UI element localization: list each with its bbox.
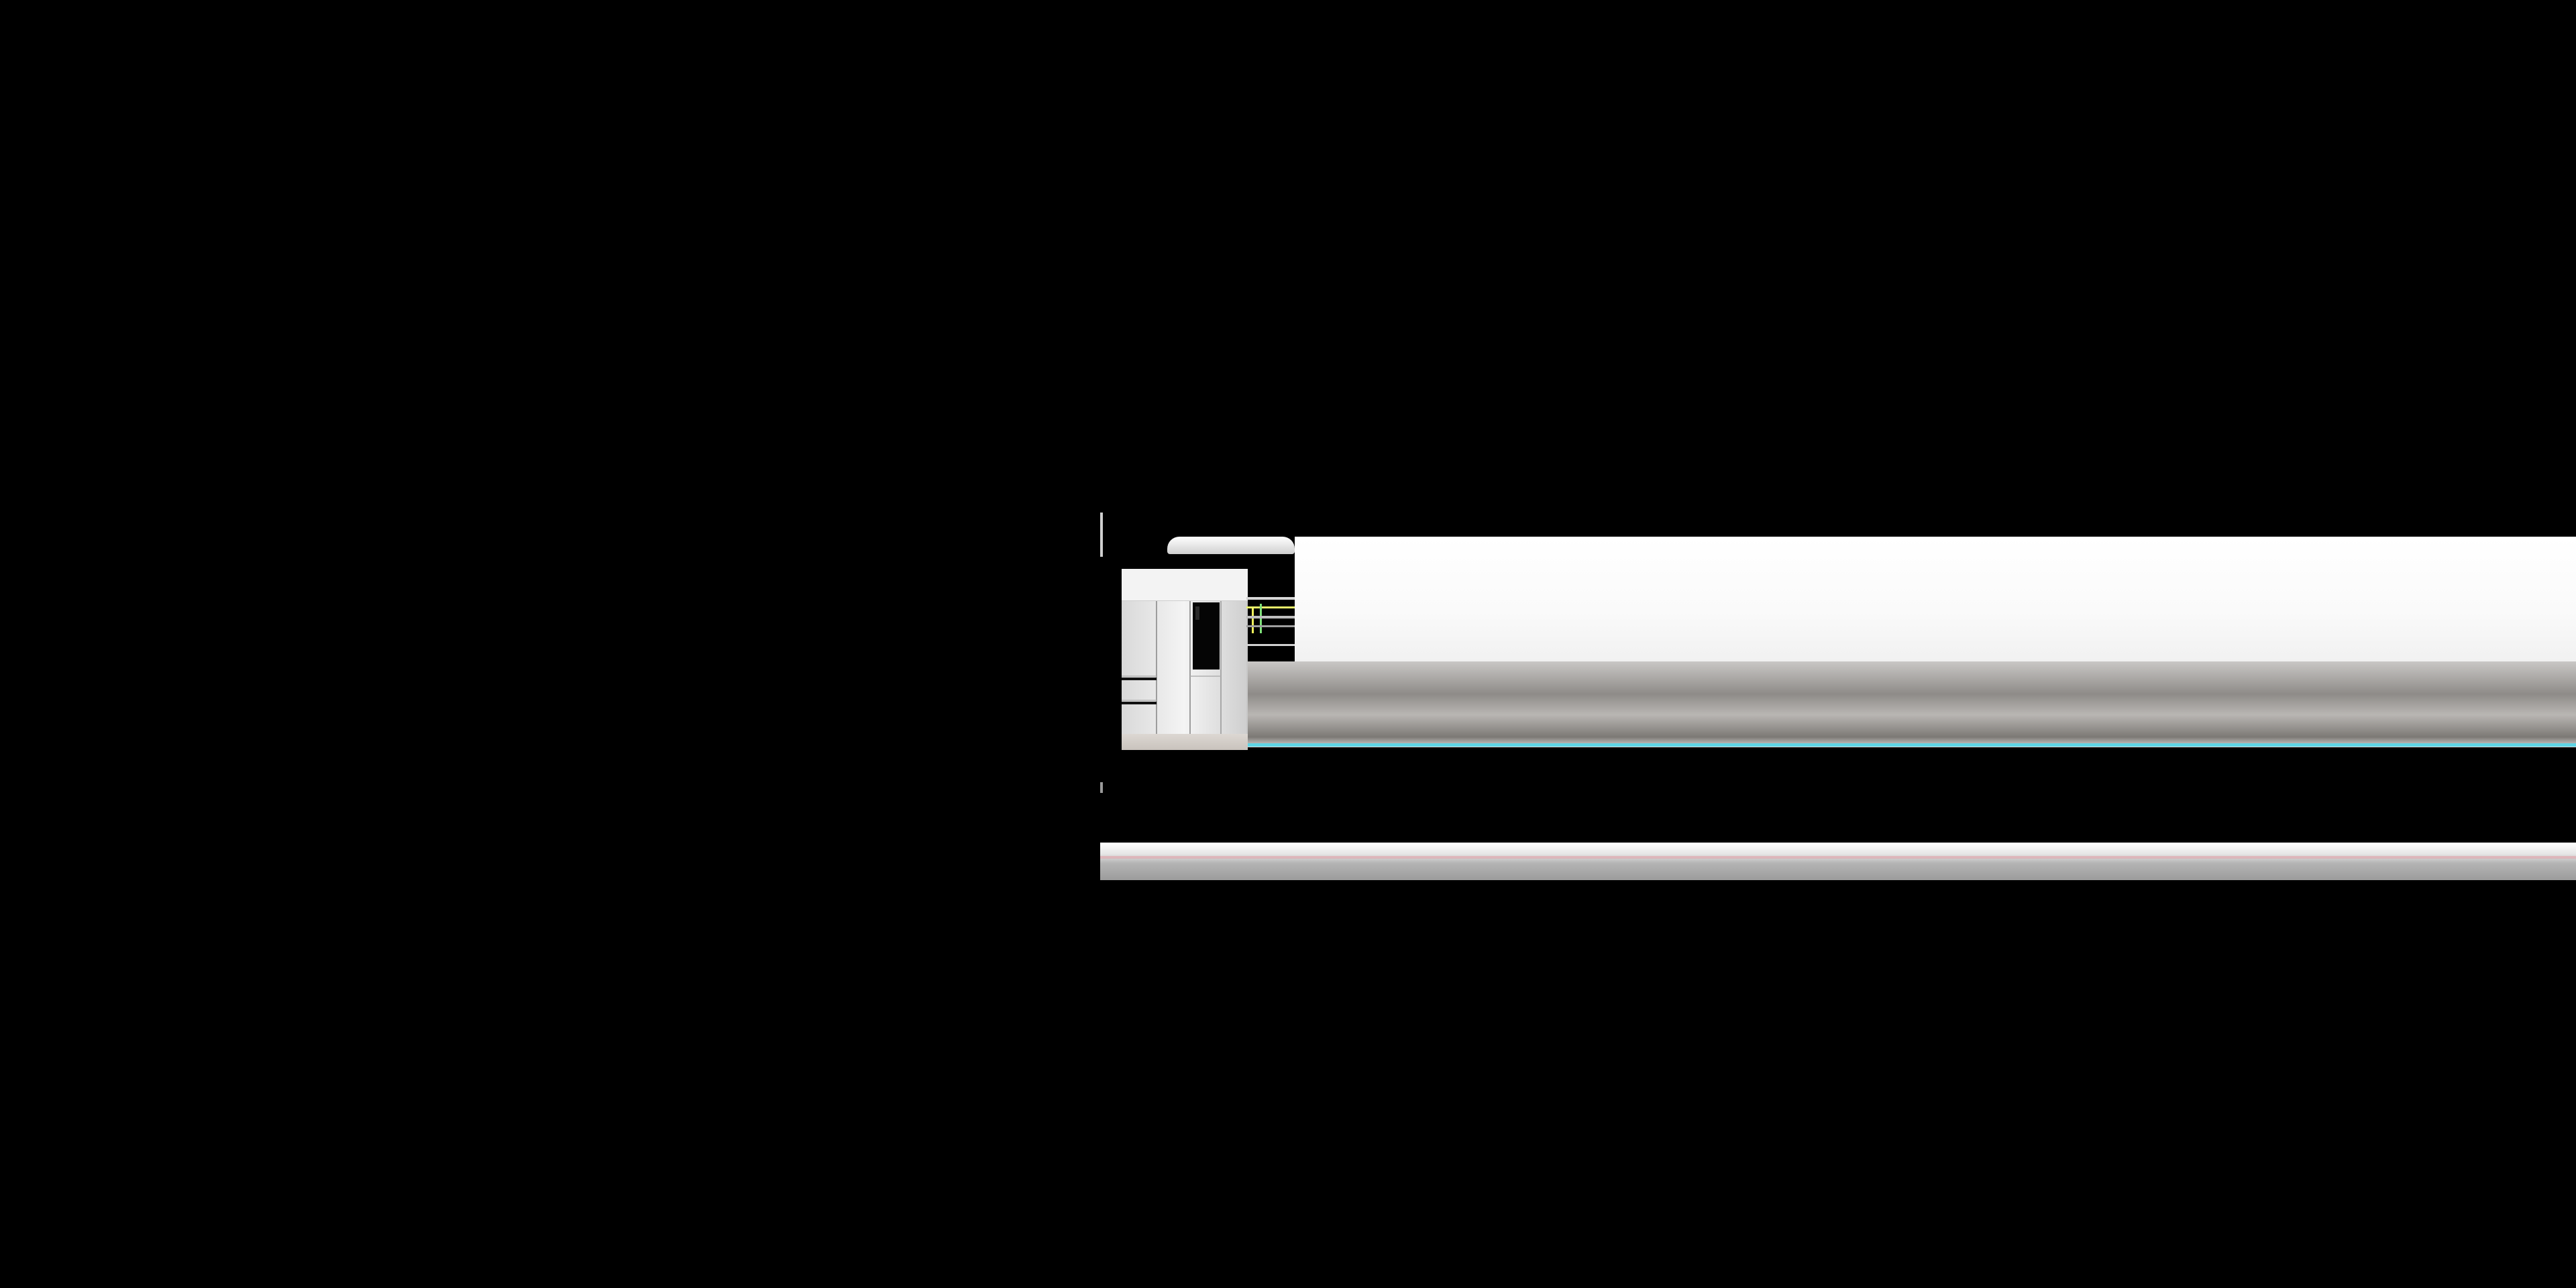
refrigerator-image bbox=[1122, 569, 1248, 750]
left-edge-fragment-mid bbox=[1100, 782, 1103, 793]
refrigerator-icon bbox=[1122, 569, 1248, 750]
stretched-image-edge-pink bbox=[1100, 856, 2576, 859]
refrigerator-top-highlight bbox=[1167, 537, 1295, 554]
refrigerator-glitch-stripes bbox=[1246, 597, 1295, 646]
stretched-image-band-floor bbox=[1100, 843, 2576, 880]
viewport-canvas bbox=[0, 0, 2576, 1288]
stretched-image-band-gray bbox=[1248, 661, 2576, 747]
stretched-image-edge-teal bbox=[1248, 743, 2576, 747]
left-edge-fragment-top bbox=[1100, 513, 1103, 557]
stretched-image-band-white bbox=[1295, 537, 2576, 661]
